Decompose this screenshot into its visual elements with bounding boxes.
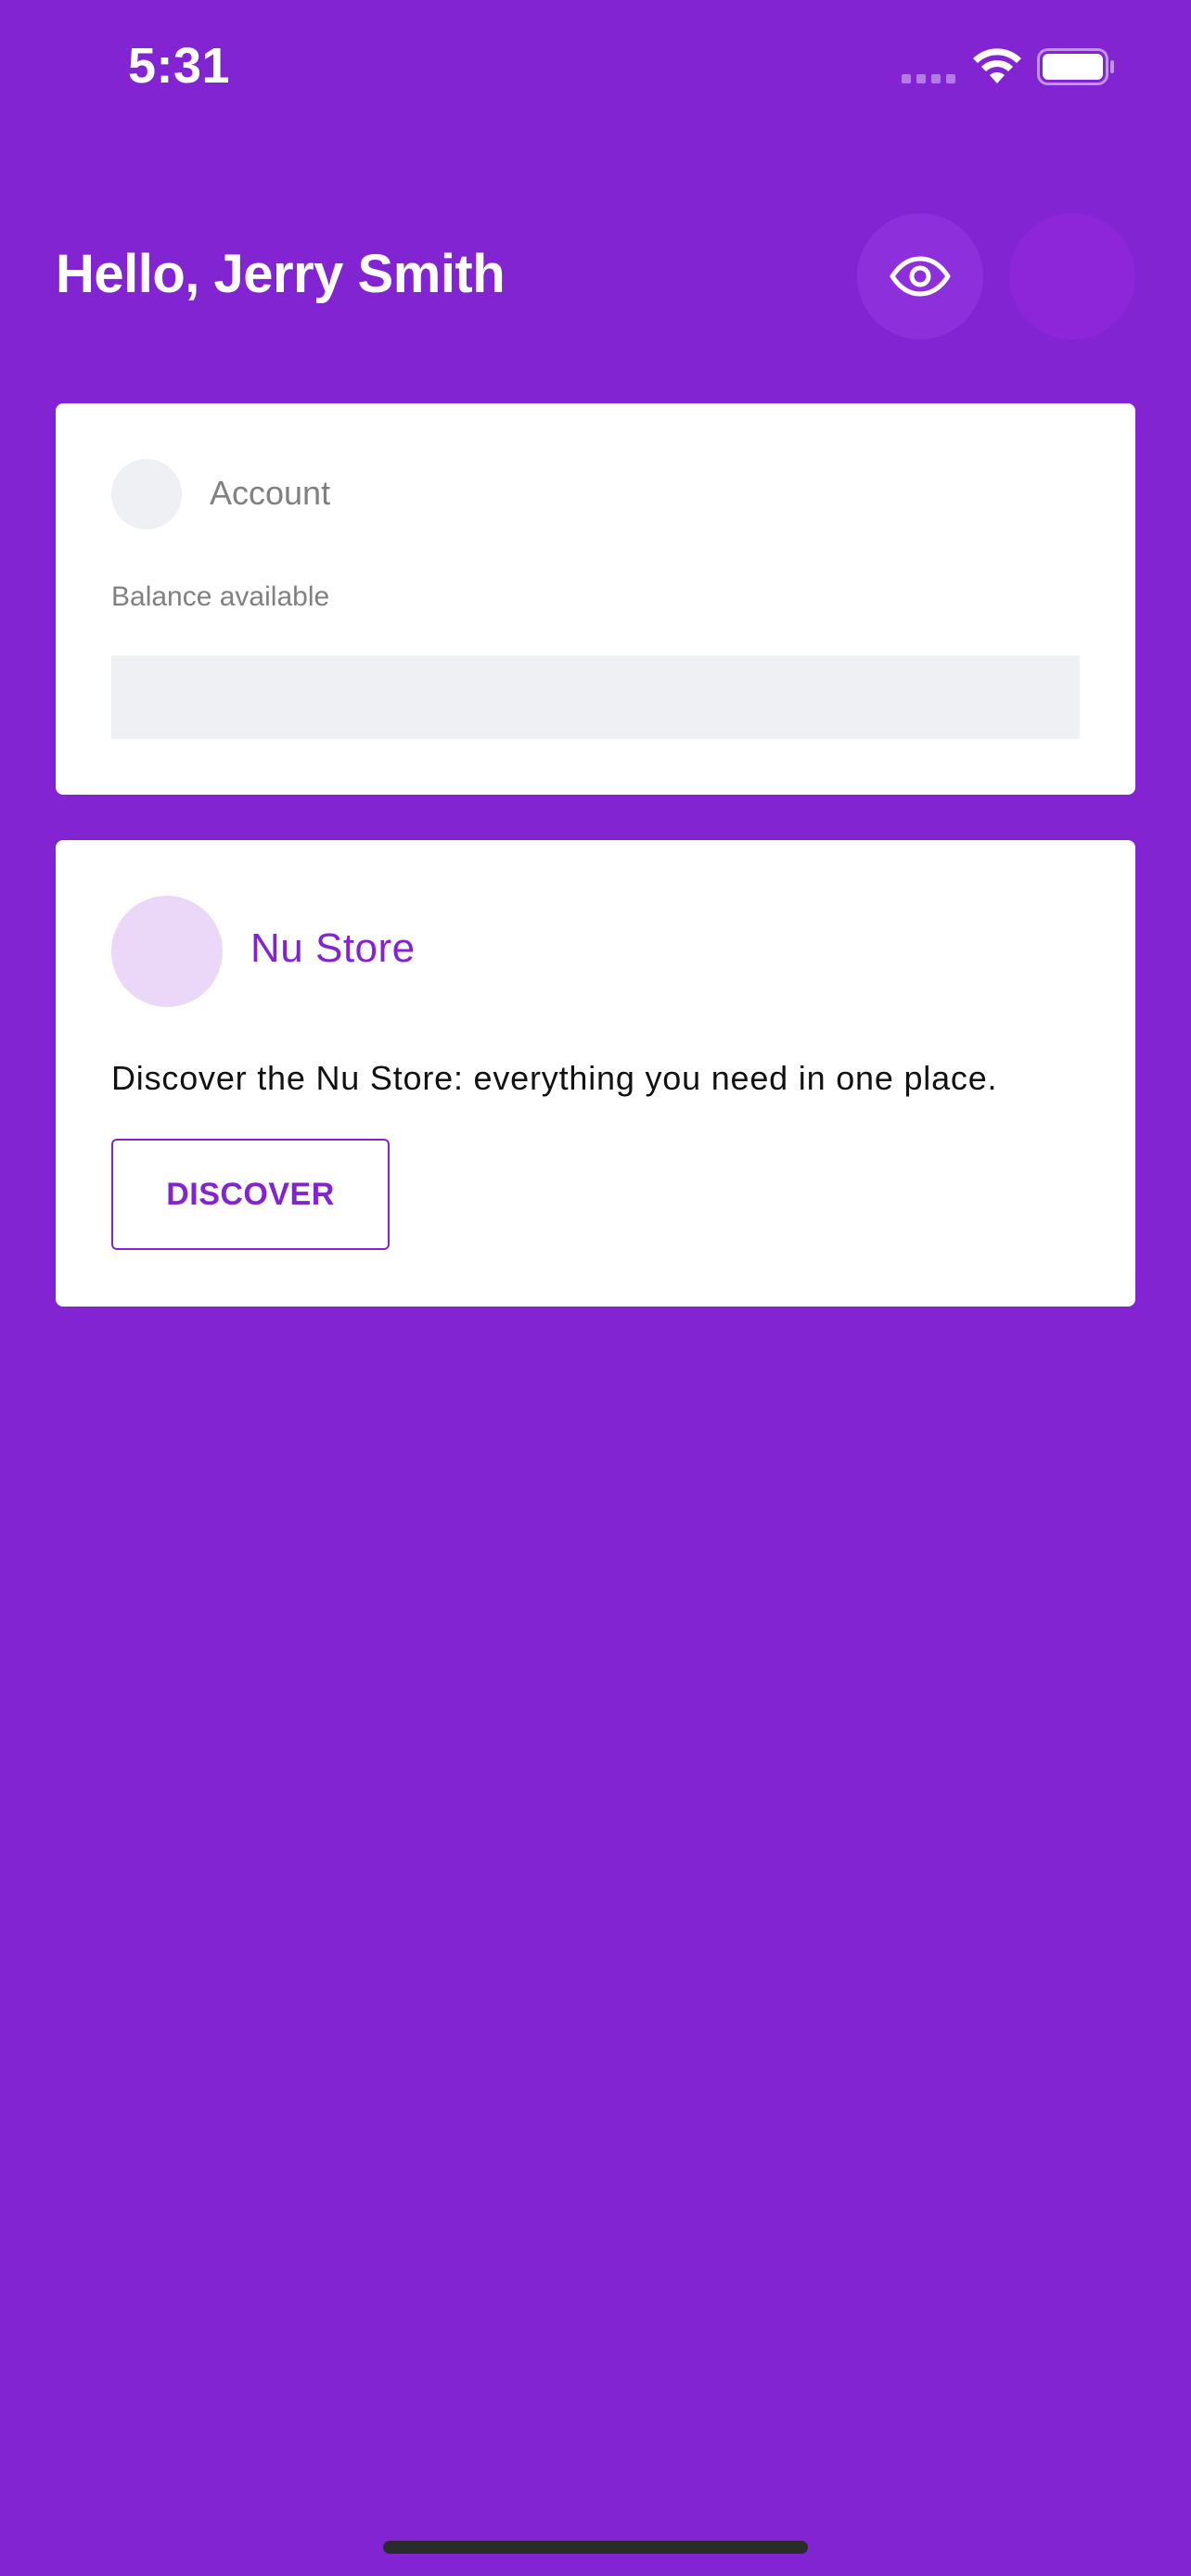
greeting-title: Hello, Jerry Smith bbox=[56, 244, 506, 304]
home-indicator[interactable] bbox=[383, 2541, 808, 2554]
status-time: 5:31 bbox=[128, 38, 231, 94]
eye-icon bbox=[890, 256, 951, 297]
status-bar: 5:31 bbox=[0, 0, 1191, 139]
account-title: Account bbox=[210, 474, 331, 512]
store-icon bbox=[111, 896, 223, 1007]
wifi-icon bbox=[973, 48, 1021, 83]
profile-button[interactable] bbox=[1009, 213, 1135, 339]
battery-icon bbox=[1037, 48, 1114, 85]
balance-value-placeholder bbox=[111, 656, 1080, 739]
store-description: Discover the Nu Store: everything you ne… bbox=[111, 1059, 998, 1097]
balance-label: Balance available bbox=[111, 581, 330, 612]
store-title: Nu Store bbox=[250, 925, 416, 971]
nu-store-card[interactable]: Nu Store Discover the Nu Store: everythi… bbox=[56, 840, 1135, 1307]
account-card[interactable]: Account Balance available bbox=[56, 403, 1135, 795]
signal-dots-icon bbox=[902, 74, 957, 83]
eye-button[interactable] bbox=[857, 213, 983, 339]
discover-button[interactable]: DISCOVER bbox=[111, 1139, 390, 1250]
account-icon bbox=[111, 459, 182, 529]
